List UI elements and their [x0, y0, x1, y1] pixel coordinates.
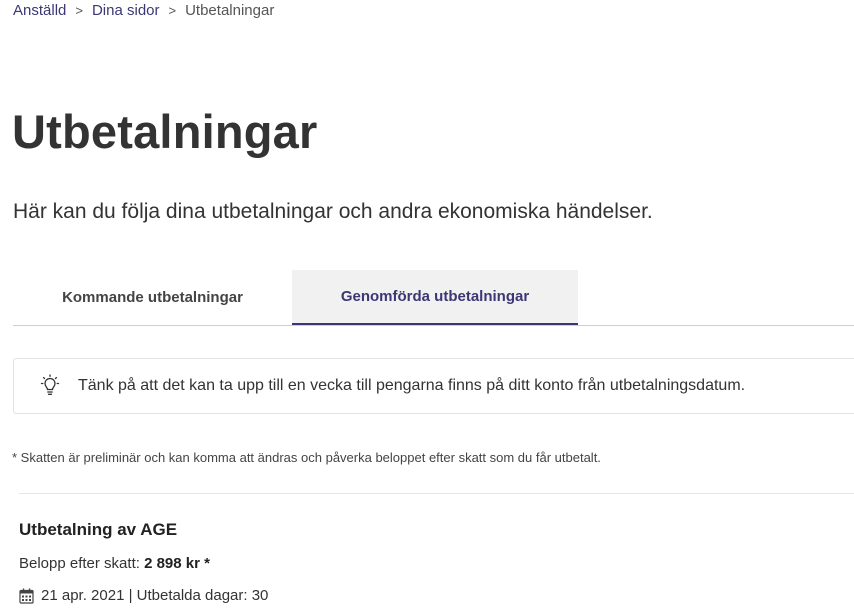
- amount-label: Belopp efter skatt:: [19, 555, 140, 572]
- tab-bar: Kommande utbetalningar Genomförda utbeta…: [13, 270, 854, 326]
- breadcrumb-current: Utbetalningar: [185, 2, 275, 19]
- payment-title: Utbetalning av AGE: [19, 520, 178, 539]
- breadcrumb-separator: >: [168, 3, 177, 18]
- info-text: Tänk på att det kan ta upp till en vecka…: [78, 377, 746, 394]
- breadcrumb-link-dina-sidor[interactable]: Dina sidor: [92, 2, 160, 19]
- tax-note: * Skatten är preliminär och kan komma at…: [12, 450, 601, 465]
- tab-genomforda-utbetalningar[interactable]: Genomförda utbetalningar: [292, 270, 578, 325]
- amount-value: 2 898 kr *: [144, 555, 210, 572]
- payment-date-text: 21 apr. 2021 | Utbetalda dagar: 30: [41, 587, 269, 604]
- payment-amount: Belopp efter skatt: 2 898 kr *: [19, 555, 210, 572]
- page-title: Utbetalningar: [12, 105, 318, 158]
- tab-kommande-utbetalningar[interactable]: Kommande utbetalningar: [13, 270, 292, 325]
- info-banner: Tänk på att det kan ta upp till en vecka…: [13, 358, 854, 414]
- calendar-icon: [19, 588, 34, 604]
- page-lead: Här kan du följa dina utbetalningar och …: [13, 200, 653, 223]
- divider: [19, 493, 854, 494]
- lightbulb-icon: [40, 374, 60, 395]
- breadcrumb: Anställd > Dina sidor > Utbetalningar: [13, 2, 274, 19]
- breadcrumb-link-anstalld[interactable]: Anställd: [13, 2, 66, 19]
- payment-date-row: 21 apr. 2021 | Utbetalda dagar: 30: [19, 587, 268, 604]
- breadcrumb-separator: >: [75, 3, 83, 18]
